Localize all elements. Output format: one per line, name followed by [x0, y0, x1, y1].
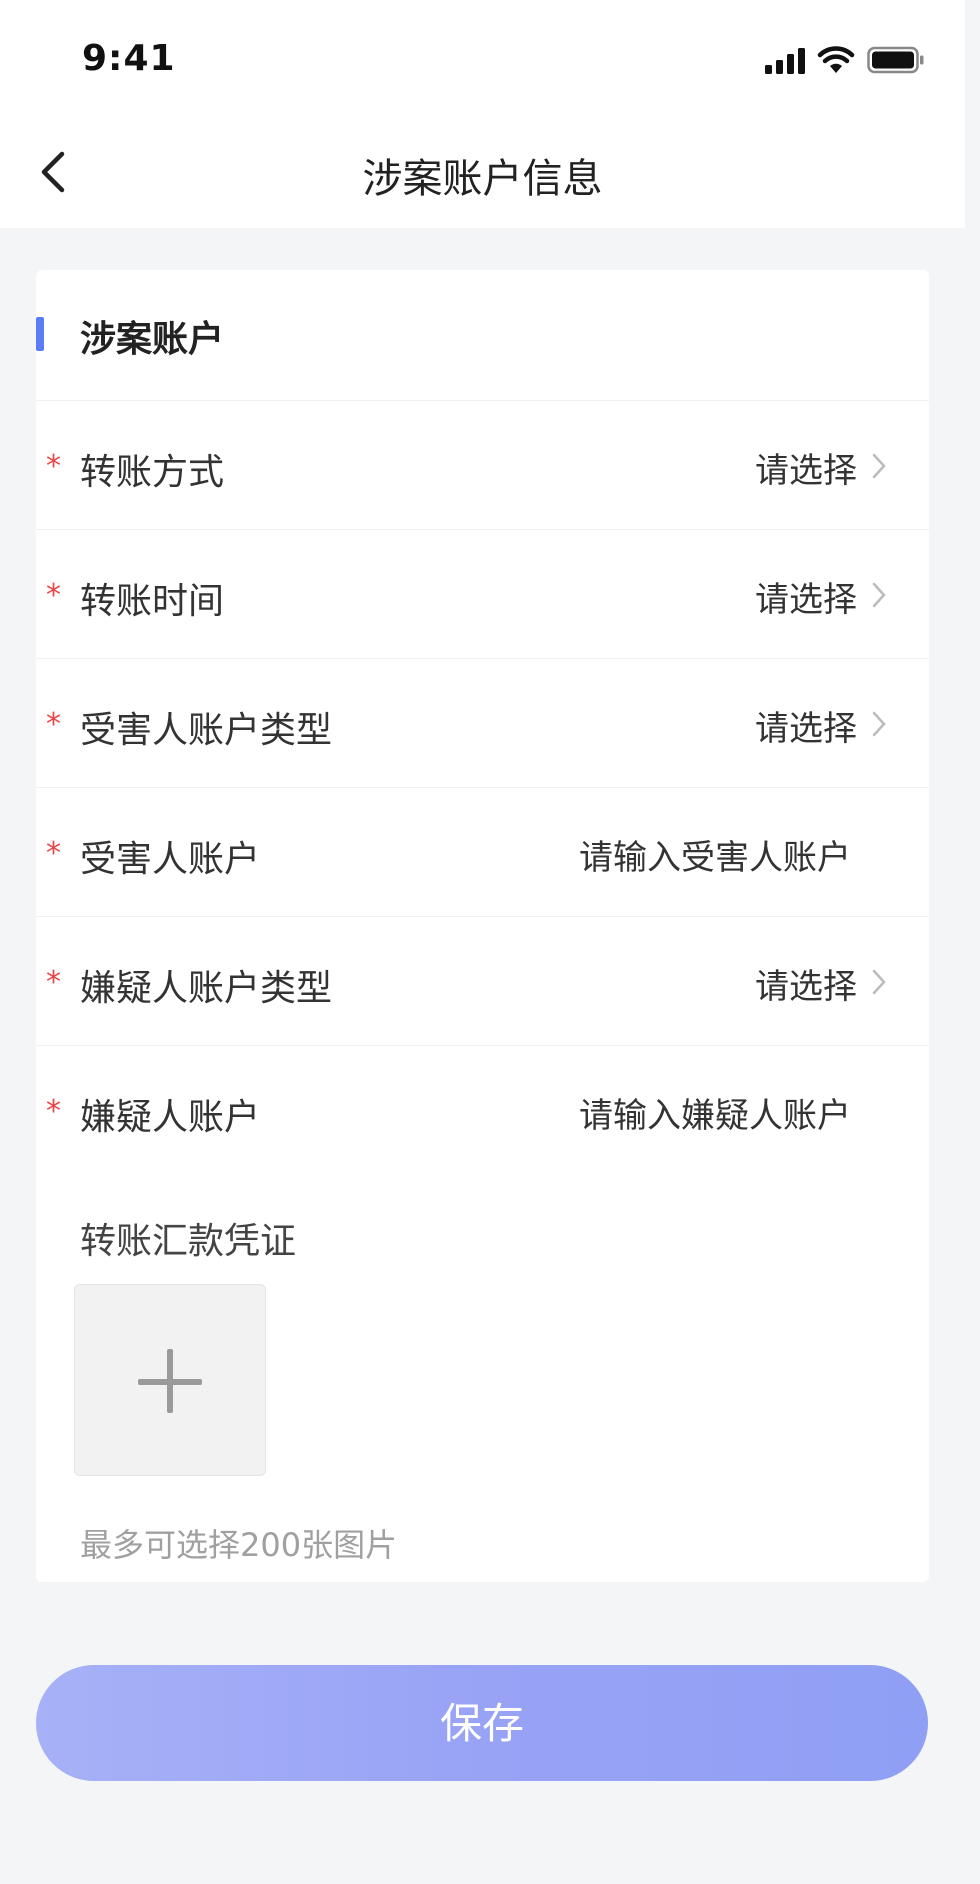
chevron-right-icon [872, 711, 886, 737]
required-mark: * [46, 578, 61, 613]
select-placeholder: 请选择 [755, 580, 857, 620]
wifi-icon [817, 46, 855, 74]
required-mark: * [46, 707, 61, 742]
screen: 9:41 涉案账户信息 涉案账户 * 转账方式 请选择 * 转账时间 请选择 *… [0, 0, 965, 1884]
transfer-method-row[interactable]: * 转账方式 请选择 [36, 400, 929, 530]
suspect-account-input[interactable]: 请输入嫌疑人账户 [579, 1088, 851, 1137]
victim-account-row[interactable]: * 受害人账户 请输入受害人账户 [36, 787, 929, 917]
victim-account-input[interactable]: 请输入受害人账户 [579, 830, 851, 879]
chevron-right-icon [872, 582, 886, 608]
select-placeholder: 请选择 [755, 967, 857, 1007]
account-form-card: 涉案账户 * 转账方式 请选择 * 转账时间 请选择 * 受害人账户类型 请选择… [36, 270, 929, 1582]
page-title: 涉案账户信息 [362, 156, 603, 202]
field-label: 嫌疑人账户 [80, 1097, 261, 1138]
field-label: 转账方式 [80, 452, 225, 493]
required-mark: * [46, 449, 61, 484]
select-placeholder: 请选择 [755, 709, 857, 749]
signal-icon [765, 48, 805, 74]
section-title: 涉案账户 [80, 319, 225, 360]
required-mark: * [46, 836, 61, 871]
upload-hint: 最多可选择200张图片 [80, 1526, 398, 1564]
required-mark: * [46, 965, 61, 1000]
suspect-account-type-row[interactable]: * 嫌疑人账户类型 请选择 [36, 916, 929, 1046]
victim-account-type-row[interactable]: * 受害人账户类型 请选择 [36, 658, 929, 788]
upload-label: 转账汇款凭证 [80, 1221, 297, 1262]
chevron-right-icon [872, 969, 886, 995]
suspect-account-row[interactable]: * 嫌疑人账户 请输入嫌疑人账户 [36, 1045, 929, 1175]
section-header: 涉案账户 [36, 270, 929, 400]
field-label: 受害人账户类型 [80, 710, 333, 751]
field-label: 嫌疑人账户类型 [80, 968, 333, 1009]
field-label: 受害人账户 [80, 839, 261, 880]
transfer-time-row[interactable]: * 转账时间 请选择 [36, 529, 929, 659]
field-label: 转账时间 [80, 581, 225, 622]
battery-icon [867, 46, 925, 74]
upload-image-button[interactable] [74, 1284, 266, 1476]
save-button[interactable]: 保存 [36, 1665, 928, 1781]
required-mark: * [46, 1094, 61, 1129]
status-time: 9:41 [82, 38, 176, 79]
status-icons [765, 42, 925, 74]
section-accent-bar [36, 317, 44, 351]
select-placeholder: 请选择 [755, 451, 857, 491]
chevron-right-icon [872, 453, 886, 479]
header: 9:41 涉案账户信息 [0, 0, 965, 228]
